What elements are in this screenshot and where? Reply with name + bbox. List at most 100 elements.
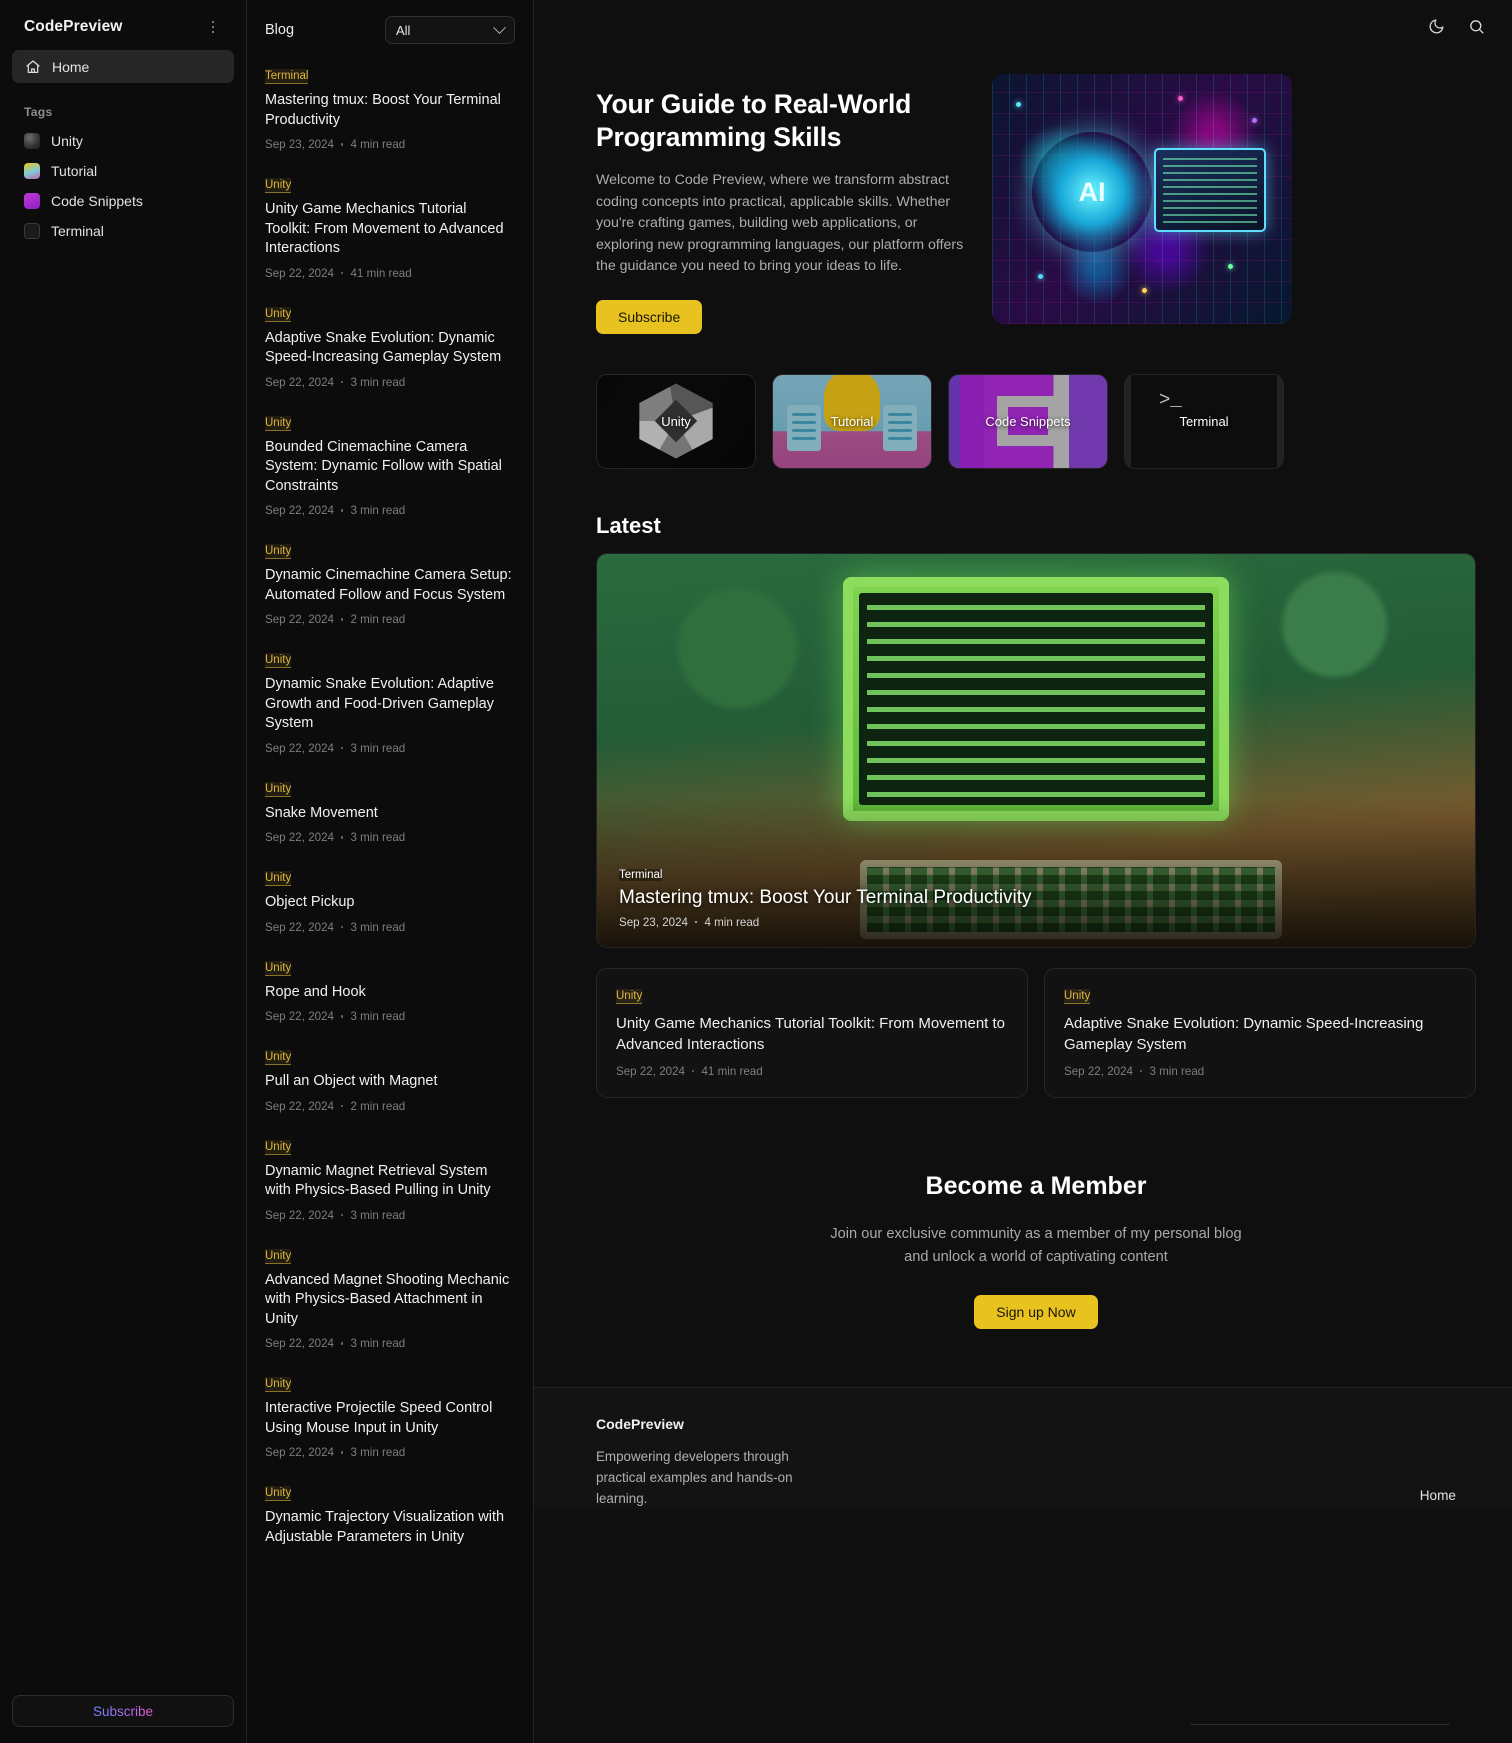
- blog-post-item[interactable]: Unity Pull an Object with Magnet Sep 22, 2…: [265, 1037, 515, 1127]
- sidebar-header: CodePreview: [12, 0, 234, 50]
- blog-filter-value: All: [396, 22, 411, 38]
- sidebar-item-home[interactable]: Home: [12, 50, 234, 83]
- blog-post-tag: Unity: [265, 415, 292, 431]
- blog-post-meta: Sep 22, 2024 3 min read: [265, 742, 515, 755]
- blog-post-item[interactable]: Unity Interactive Projectile Speed Contro…: [265, 1364, 515, 1473]
- sidebar-subscribe-button[interactable]: Subscribe: [12, 1695, 234, 1727]
- sidebar-tag-terminal[interactable]: Terminal: [12, 216, 234, 246]
- blog-post-read-time: 2 min read: [350, 1099, 406, 1113]
- signup-button[interactable]: Sign up Now: [974, 1294, 1098, 1329]
- membership-body: Join our exclusive community as a member…: [830, 1225, 1242, 1265]
- kebab-menu-icon[interactable]: [204, 18, 222, 36]
- featured-title: Mastering tmux: Boost Your Terminal Prod…: [619, 886, 1032, 908]
- home-icon: [24, 58, 41, 75]
- moon-icon[interactable]: [1426, 16, 1446, 36]
- footer-brand-block: CodePreview Empowering developers throug…: [596, 1416, 796, 1509]
- latest-card-tag: Unity: [616, 988, 643, 1004]
- blog-post-meta: Sep 22, 2024 3 min read: [265, 831, 515, 844]
- category-card-terminal[interactable]: >_ Terminal: [1124, 373, 1284, 469]
- blog-post-read-time: 4 min read: [350, 138, 406, 151]
- blog-post-read-time: 3 min read: [350, 741, 406, 755]
- meta-separator-dot: [694, 920, 698, 924]
- blog-post-date: Sep 22, 2024: [265, 1446, 334, 1459]
- blog-post-date: Sep 22, 2024: [265, 831, 334, 844]
- meta-separator-dot: [340, 509, 344, 512]
- blog-post-date: Sep 22, 2024: [265, 613, 334, 626]
- sidebar-footer: Subscribe: [12, 1695, 234, 1743]
- sidebar-tag-code-snippets[interactable]: Code Snippets: [12, 186, 234, 216]
- blog-post-date: Sep 23, 2024: [265, 138, 334, 151]
- blog-post-tag: Unity: [265, 871, 292, 886]
- featured-post-card[interactable]: Terminal Mastering tmux: Boost Your Term…: [596, 552, 1476, 948]
- blog-filter-select[interactable]: All: [385, 16, 515, 44]
- blog-post-title: Bounded Cinemachine Camera System: Dynam…: [265, 438, 502, 494]
- hero-art-ai-core-icon: [1032, 132, 1152, 252]
- meta-separator-dot: [340, 746, 344, 750]
- blog-post-date: Sep 22, 2024: [265, 375, 334, 389]
- blog-post-item[interactable]: Unity Advanced Magnet Shooting Mechanic w…: [265, 1236, 515, 1365]
- blog-post-date: Sep 22, 2024: [265, 1337, 334, 1350]
- blog-post-title: Dynamic Trajectory Visualization with Ad…: [265, 1509, 505, 1545]
- category-card-tutorial[interactable]: Tutorial: [772, 373, 932, 469]
- blog-post-title: Pull an Object with Magnet: [265, 1073, 438, 1089]
- blog-list-pane: Blog All Terminal Mastering tmux: Boost Y…: [247, 0, 534, 1743]
- category-cards: Unity Tutorial Code Snippets >_ Terminal: [534, 334, 1512, 469]
- blog-post-title: Mastering tmux: Boost Your Terminal Prod…: [265, 92, 501, 128]
- blog-post-item[interactable]: Unity Snake Movement Sep 22, 2024 3 min rea…: [265, 769, 515, 859]
- latest-card[interactable]: Unity Unity Game Mechanics Tutorial Tool…: [596, 967, 1028, 1098]
- latest-card[interactable]: Unity Adaptive Snake Evolution: Dynamic …: [1044, 967, 1476, 1098]
- search-icon[interactable]: [1466, 16, 1486, 36]
- featured-read-time: 4 min read: [704, 915, 760, 929]
- hero-copy: Your Guide to Real-World Programming Ski…: [596, 62, 966, 334]
- latest-card-read-time: 3 min read: [1149, 1064, 1205, 1078]
- category-card-code-snippets[interactable]: Code Snippets: [948, 373, 1108, 469]
- blog-post-item[interactable]: Unity Dynamic Magnet Retrieval System wit…: [265, 1127, 515, 1236]
- footer-link-home[interactable]: Home: [1420, 1416, 1476, 1503]
- blog-post-item[interactable]: Unity Adaptive Snake Evolution: Dynamic S…: [265, 294, 515, 403]
- blog-post-tag: Unity: [265, 653, 292, 668]
- sidebar-tag-unity[interactable]: Unity: [12, 126, 234, 156]
- meta-separator-dot: [340, 618, 344, 621]
- blog-post-read-time: 3 min read: [350, 920, 406, 934]
- meta-separator-dot: [691, 1069, 695, 1073]
- hero-subscribe-button[interactable]: Subscribe: [596, 299, 703, 334]
- blog-post-meta: Sep 22, 2024 2 min read: [265, 613, 515, 626]
- latest-card-date: Sep 22, 2024: [616, 1064, 685, 1078]
- blog-post-title: Object Pickup: [265, 894, 355, 910]
- unity-logo-icon: [24, 133, 40, 149]
- blog-post-tag: Terminal: [265, 69, 309, 84]
- featured-meta: Sep 23, 2024 4 min read: [619, 916, 1453, 929]
- meta-separator-dot: [340, 1451, 344, 1454]
- meta-separator-dot: [340, 836, 344, 839]
- blog-post-tag: Unity: [265, 1139, 292, 1155]
- sidebar-tag-tutorial[interactable]: Tutorial: [12, 156, 234, 186]
- hero-illustration: [992, 74, 1292, 324]
- blog-post-read-time: 2 min read: [350, 613, 406, 626]
- blog-post-item[interactable]: Unity Dynamic Snake Evolution: Adaptive G…: [265, 640, 515, 769]
- blog-post-item[interactable]: Unity Unity Game Mechanics Tutorial Toolk…: [265, 165, 515, 294]
- top-bar: [534, 0, 1512, 52]
- blog-post-tag: Unity: [265, 544, 292, 559]
- blog-post-item[interactable]: Unity Dynamic Trajectory Visualization wi…: [265, 1473, 515, 1569]
- blog-post-meta: Sep 22, 2024 41 min read: [265, 267, 515, 280]
- featured-art-monitor: [842, 577, 1230, 821]
- blog-post-item[interactable]: Terminal Mastering tmux: Boost Your Termi…: [265, 56, 515, 165]
- category-card-unity[interactable]: Unity: [596, 373, 756, 469]
- category-label: Code Snippets: [985, 413, 1071, 429]
- blog-post-title: Dynamic Magnet Retrieval System with Phy…: [265, 1162, 491, 1199]
- blog-post-item[interactable]: Unity Rope and Hook Sep 22, 2024 3 min read: [265, 948, 515, 1038]
- meta-separator-dot: [1139, 1069, 1143, 1073]
- blog-post-item[interactable]: Unity Dynamic Cinemachine Camera Setup: A…: [265, 531, 515, 640]
- blog-post-read-time: 3 min read: [350, 1337, 406, 1350]
- blog-post-item[interactable]: Unity Object Pickup Sep 22, 2024 3 min read: [265, 858, 515, 948]
- blog-post-item[interactable]: Unity Bounded Cinemachine Camera System: …: [265, 403, 515, 532]
- footer-divider: [1190, 1724, 1450, 1725]
- featured-tag: Terminal: [619, 868, 663, 881]
- meta-separator-dot: [340, 1104, 344, 1108]
- latest-card-read-time: 41 min read: [701, 1064, 763, 1078]
- meta-separator-dot: [340, 1213, 344, 1217]
- blog-post-date: Sep 22, 2024: [265, 266, 334, 280]
- blog-post-title: Advanced Magnet Shooting Mechanic with P…: [265, 1271, 510, 1327]
- blog-post-tag: Unity: [265, 960, 292, 976]
- blog-post-title: Dynamic Snake Evolution: Adaptive Growth…: [265, 676, 494, 731]
